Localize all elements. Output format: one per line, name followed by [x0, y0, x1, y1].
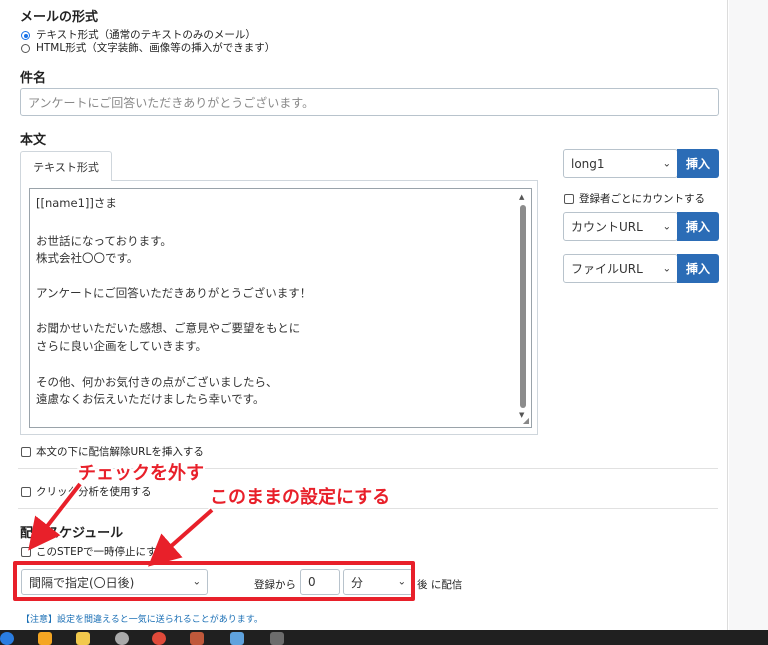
- taskbar: [0, 630, 768, 645]
- folder-icon[interactable]: [76, 632, 90, 645]
- arrow-uncheck: [28, 482, 82, 551]
- taskbar-app-icon[interactable]: [0, 632, 14, 645]
- taskbar-app-icon[interactable]: [270, 632, 284, 645]
- taskbar-app-icon[interactable]: [230, 632, 244, 645]
- annotation-keep-setting: このままの設定にする: [210, 487, 391, 508]
- annotation-arrows: [28, 481, 215, 567]
- browser-icon[interactable]: [152, 632, 166, 645]
- taskbar-app-icon[interactable]: [115, 632, 129, 645]
- annotation-uncheck: チェックを外す: [78, 463, 204, 484]
- arrow-keep-setting: [148, 508, 214, 567]
- taskbar-app-icon[interactable]: [190, 632, 204, 645]
- taskbar-app-icon[interactable]: [38, 632, 52, 645]
